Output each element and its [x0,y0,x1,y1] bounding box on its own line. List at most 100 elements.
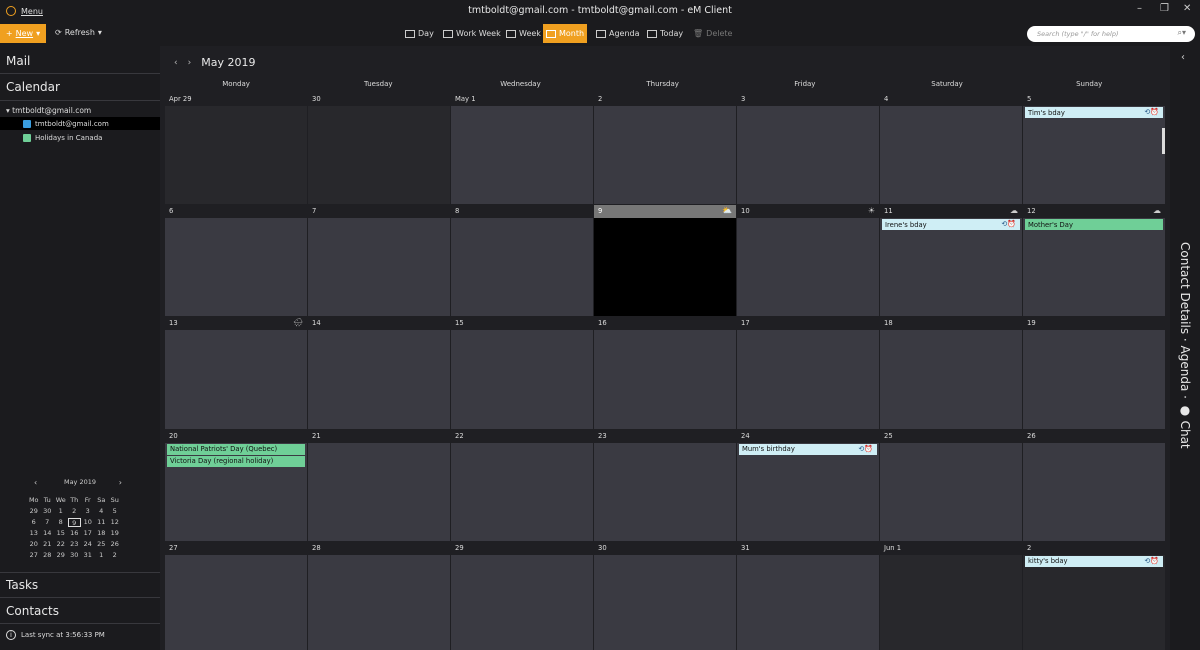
calendar-event[interactable]: Mum's birthday ⟲⏰ [739,443,877,455]
mini-calendar-day[interactable]: 17 [81,529,95,538]
view-day-button[interactable]: Day [402,24,437,43]
calendar-item-holidays[interactable]: Holidays in Canada [0,131,160,144]
next-period-icon[interactable]: › [188,58,192,68]
day-cell[interactable]: 27 [165,541,307,650]
day-cell[interactable]: 30 [594,541,736,650]
day-cell[interactable]: 25 [880,429,1022,541]
day-cell-today[interactable]: 9 ⛅ [594,205,736,317]
mini-calendar-day[interactable]: 10 [81,518,95,527]
day-cell[interactable]: 10 ☀ [737,205,879,317]
new-button[interactable]: + New ▾ [0,24,46,43]
calendar-event[interactable]: kitty's bday ⟲⏰ [1025,555,1163,567]
mini-calendar-day[interactable]: 13 [27,529,41,538]
mini-calendar-day[interactable]: 19 [108,529,122,538]
day-cell[interactable]: 31 [737,541,879,650]
mini-calendar-day[interactable]: 14 [41,529,55,538]
mini-calendar-day[interactable]: 12 [108,518,122,527]
mini-calendar-day[interactable]: 30 [41,507,55,516]
chevron-down-icon[interactable]: ▾ [6,106,10,115]
mini-calendar-day[interactable]: 25 [95,540,109,549]
calendar-event[interactable]: Mother's Day [1025,219,1163,231]
mini-calendar-day[interactable]: 31 [81,551,95,560]
mini-calendar-day[interactable]: 5 [108,507,122,516]
mini-calendar-day[interactable]: 26 [108,540,122,549]
day-cell[interactable]: 28 [308,541,450,650]
prev-month-icon[interactable]: ‹ [34,478,37,487]
account-tree-node[interactable]: ▾ tmtboldt@gmail.com [6,106,91,115]
day-cell[interactable]: 8 [451,205,593,317]
mini-calendar-day[interactable]: 29 [27,507,41,516]
calendar-event[interactable]: Irene's bday ⟲⏰ [882,219,1020,231]
collapse-panel-icon[interactable]: ‹ [1181,52,1185,63]
day-cell[interactable]: 2 [594,93,736,205]
mini-calendar-day[interactable]: 23 [68,540,82,549]
view-agenda-button[interactable]: Agenda [593,24,643,43]
day-cell[interactable]: 22 [451,429,593,541]
scrollbar-thumb[interactable] [1162,128,1165,154]
refresh-button[interactable]: ⟳ Refresh ▾ [55,28,102,37]
mini-calendar-day[interactable]: 2 [68,507,82,516]
day-cell[interactable]: 5 Tim's bday ⟲⏰ [1023,93,1165,205]
view-work-week-button[interactable]: Work Week [440,24,504,43]
day-cell[interactable]: 3 [737,93,879,205]
mini-calendar-day[interactable]: 28 [41,551,55,560]
search-icon[interactable]: ⌕▾ [1178,28,1187,38]
mini-calendar-day[interactable]: 22 [54,540,68,549]
close-icon[interactable]: ✕ [1183,3,1191,14]
day-cell[interactable]: Apr 29 [165,93,307,205]
calendar-event[interactable]: Tim's bday ⟲⏰ [1025,107,1163,118]
day-cell[interactable]: 12 ☁ Mother's Day [1023,205,1165,317]
view-week-button[interactable]: Week [503,24,544,43]
mini-calendar-day[interactable]: 21 [41,540,55,549]
mini-calendar-day[interactable]: 4 [95,507,109,516]
day-cell[interactable]: 30 [308,93,450,205]
delete-button[interactable]: 🗑 Delete [690,24,735,43]
day-cell[interactable]: 19 [1023,317,1165,429]
checkbox-icon[interactable] [23,119,31,128]
day-cell[interactable]: 15 [451,317,593,429]
day-cell[interactable]: 23 [594,429,736,541]
day-cell[interactable]: 20 National Patriots' Day (Quebec) Victori… [165,429,307,541]
search-input[interactable]: Search (type "/" for help) ⌕▾ [1027,26,1195,42]
nav-mail[interactable]: Mail [0,54,160,68]
day-cell[interactable]: 4 [880,93,1022,205]
mini-calendar-day[interactable]: 20 [27,540,41,549]
view-month-button[interactable]: Month [543,24,588,43]
day-cell[interactable]: 11 ☁ Irene's bday ⟲⏰ [880,205,1022,317]
mini-calendar-day[interactable]: 1 [95,551,109,560]
mini-calendar-day[interactable]: 7 [41,518,55,527]
mini-calendar-day[interactable]: 27 [27,551,41,560]
mini-calendar-day[interactable]: 29 [54,551,68,560]
day-cell[interactable]: 26 [1023,429,1165,541]
next-month-icon[interactable]: › [119,478,122,487]
prev-period-icon[interactable]: ‹ [174,58,178,68]
mini-calendar-day[interactable]: 30 [68,551,82,560]
day-cell[interactable]: May 1 [451,93,593,205]
restore-icon[interactable]: ❐ [1160,3,1169,14]
day-cell[interactable]: 29 [451,541,593,650]
day-cell[interactable]: 7 [308,205,450,317]
day-cell[interactable]: 13 🌧 [165,317,307,429]
mini-calendar-day[interactable]: 8 [54,518,68,527]
mini-calendar-day[interactable]: 11 [95,518,109,527]
day-cell[interactable]: 2 kitty's bday ⟲⏰ [1023,541,1165,650]
mini-calendar-day[interactable]: 2 [108,551,122,560]
calendar-item-personal[interactable]: tmtboldt@gmail.com [0,117,160,130]
mini-calendar-day[interactable]: 6 [27,518,41,527]
calendar-event[interactable]: Victoria Day (regional holiday) [167,455,305,467]
day-cell[interactable]: 16 [594,317,736,429]
today-button[interactable]: Today [644,24,686,43]
day-cell[interactable]: 17 [737,317,879,429]
mini-calendar-day[interactable]: 18 [95,529,109,538]
calendar-event[interactable]: National Patriots' Day (Quebec) [167,443,305,455]
minimize-icon[interactable]: – [1137,3,1142,14]
mini-calendar-day[interactable]: 1 [54,507,68,516]
day-cell[interactable]: 21 [308,429,450,541]
day-cell[interactable]: 6 [165,205,307,317]
day-cell[interactable]: 14 [308,317,450,429]
day-cell[interactable]: 24 Mum's birthday ⟲⏰ [737,429,879,541]
checkbox-icon[interactable] [23,133,31,142]
nav-calendar[interactable]: Calendar [0,80,160,94]
mini-calendar-day[interactable]: 24 [81,540,95,549]
mini-calendar-day[interactable]: 9 [67,518,81,527]
